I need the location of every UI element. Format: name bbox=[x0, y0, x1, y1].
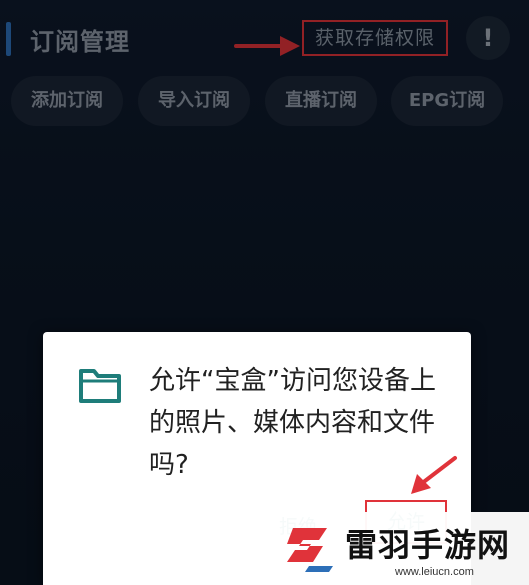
watermark-logo-icon bbox=[287, 528, 333, 572]
site-watermark: 雷羽手游网 www.leiucn.com bbox=[275, 512, 529, 585]
watermark-site-name: 雷羽手游网 bbox=[345, 526, 511, 564]
red-arrow-annotation bbox=[411, 456, 457, 494]
watermark-url: www.leiucn.com bbox=[395, 566, 474, 578]
folder-icon bbox=[79, 369, 121, 403]
permission-message: 允许“宝盒”访问您设备上的照片、媒体内容和文件吗? bbox=[149, 366, 436, 480]
